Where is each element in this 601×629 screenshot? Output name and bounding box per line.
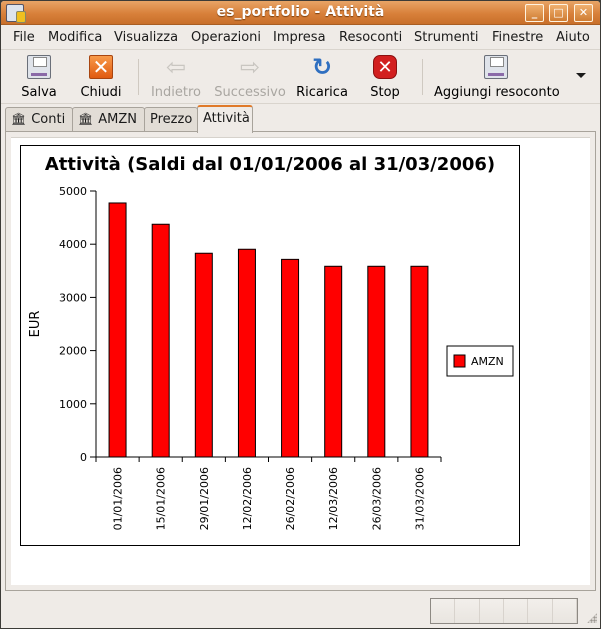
x-tick-label: 26/03/2006 — [370, 467, 383, 530]
stop-label: Stop — [370, 85, 400, 100]
reload-label: Ricarica — [296, 85, 348, 100]
floppy-icon — [27, 55, 51, 79]
progress-bar — [430, 598, 578, 624]
add-report-button[interactable]: Aggiungi resoconto — [434, 55, 560, 101]
y-tick-label: 1000 — [59, 398, 87, 411]
toolbar-separator — [138, 59, 139, 95]
stop-icon: ✕ — [373, 55, 397, 79]
close-icon: ✕ — [89, 55, 113, 79]
tab-attivita[interactable]: Attività — [197, 105, 253, 133]
x-tick-label: 26/02/2006 — [284, 467, 297, 530]
menu-impresa[interactable]: Impresa — [273, 30, 326, 45]
close-label: Chiudi — [80, 85, 122, 100]
menu-operazioni[interactable]: Operazioni — [191, 30, 261, 45]
resize-grip[interactable] — [587, 613, 597, 623]
y-axis: 0 1000 2000 3000 4000 5000 — [59, 185, 97, 464]
bar — [367, 265, 386, 458]
bar — [237, 248, 256, 458]
bar — [324, 265, 343, 458]
menu-strumenti[interactable]: Strumenti — [414, 30, 479, 45]
minimize-button[interactable]: _ — [525, 4, 544, 22]
x-tick-label: 12/03/2006 — [327, 467, 340, 530]
window-title: es_portfolio - Attività — [216, 4, 385, 20]
arrow-left-icon: ⇦ — [165, 53, 187, 81]
x-tick-label: 15/01/2006 — [155, 467, 168, 530]
menu-aiuto[interactable]: Aiuto — [556, 30, 590, 45]
bar — [410, 265, 429, 458]
status-bar — [1, 593, 600, 628]
toolbar: Salva ✕ Chiudi ⇦ Indietro ⇨ Successivo ↻… — [1, 51, 600, 104]
x-tick-label: 31/03/2006 — [413, 467, 426, 530]
close-window-button[interactable]: ✕ — [574, 4, 593, 22]
bank-icon: 🏛 — [78, 112, 94, 126]
title-bar[interactable]: es_portfolio - Attività _ □ ✕ — [1, 1, 600, 25]
x-tick-label: 01/01/2006 — [112, 467, 125, 530]
y-tick-label: 5000 — [59, 185, 87, 198]
y-tick-label: 2000 — [59, 345, 87, 358]
menu-visualizza[interactable]: Visualizza — [114, 30, 178, 45]
legend: AMZN — [446, 345, 514, 377]
legend-swatch — [453, 354, 466, 368]
menu-modifica[interactable]: Modifica — [48, 30, 102, 45]
forward-label: Successivo — [214, 85, 286, 100]
tab-label: Conti — [31, 112, 66, 127]
menu-resoconti[interactable]: Resoconti — [339, 30, 402, 45]
forward-button[interactable]: ⇨ Successivo — [213, 55, 287, 101]
bar — [194, 252, 213, 458]
chart-svg: Attività (Saldi dal 01/01/2006 al 31/03/… — [28, 154, 514, 530]
menu-file[interactable]: File — [13, 30, 35, 45]
y-tick-label: 4000 — [59, 238, 87, 251]
close-button[interactable]: ✕ Chiudi — [79, 55, 123, 101]
arrow-right-icon: ⇨ — [239, 53, 261, 81]
chevron-down-icon[interactable] — [576, 73, 586, 78]
back-label: Indietro — [150, 85, 202, 100]
y-axis-label: EUR — [28, 311, 43, 338]
menu-bar: File Modifica Visualizza Operazioni Impr… — [1, 26, 600, 50]
tab-label: Prezzo — [150, 112, 193, 127]
application-window: es_portfolio - Attività _ □ ✕ File Modif… — [0, 0, 601, 629]
y-tick-label: 3000 — [59, 291, 87, 304]
reload-icon: ↻ — [311, 53, 333, 81]
save-label: Salva — [21, 85, 57, 100]
reload-button[interactable]: ↻ Ricarica — [296, 55, 348, 101]
chart-title: Attività (Saldi dal 01/01/2006 al 31/03/… — [45, 154, 495, 175]
chart: Attività (Saldi dal 01/01/2006 al 31/03/… — [20, 145, 520, 546]
menu-finestre[interactable]: Finestre — [492, 30, 543, 45]
bar — [151, 223, 170, 458]
x-tick-label: 29/01/2006 — [198, 467, 211, 530]
back-button[interactable]: ⇦ Indietro — [149, 55, 203, 101]
bar — [281, 258, 300, 458]
toolbar-separator — [422, 59, 423, 95]
add-report-label: Aggiungi resoconto — [434, 85, 560, 100]
legend-label: AMZN — [471, 355, 504, 368]
maximize-button[interactable]: □ — [549, 4, 568, 22]
tab-amzn[interactable]: 🏛 AMZN — [72, 107, 145, 132]
bank-icon: 🏛 — [11, 112, 27, 126]
tab-conti[interactable]: 🏛 Conti — [5, 107, 73, 132]
tab-prezzo[interactable]: Prezzo — [144, 107, 198, 132]
tab-label: Attività — [203, 111, 250, 126]
bars — [108, 202, 429, 458]
x-tick-label: 12/02/2006 — [241, 467, 254, 530]
stop-button[interactable]: ✕ Stop — [367, 55, 403, 101]
bar — [108, 202, 127, 458]
save-button[interactable]: Salva — [17, 55, 61, 101]
tab-label: AMZN — [98, 112, 137, 127]
y-tick-label: 0 — [80, 451, 87, 464]
floppy-icon — [484, 55, 508, 79]
x-axis: 01/01/2006 15/01/2006 29/01/2006 12/02/2006… — [95, 456, 442, 530]
